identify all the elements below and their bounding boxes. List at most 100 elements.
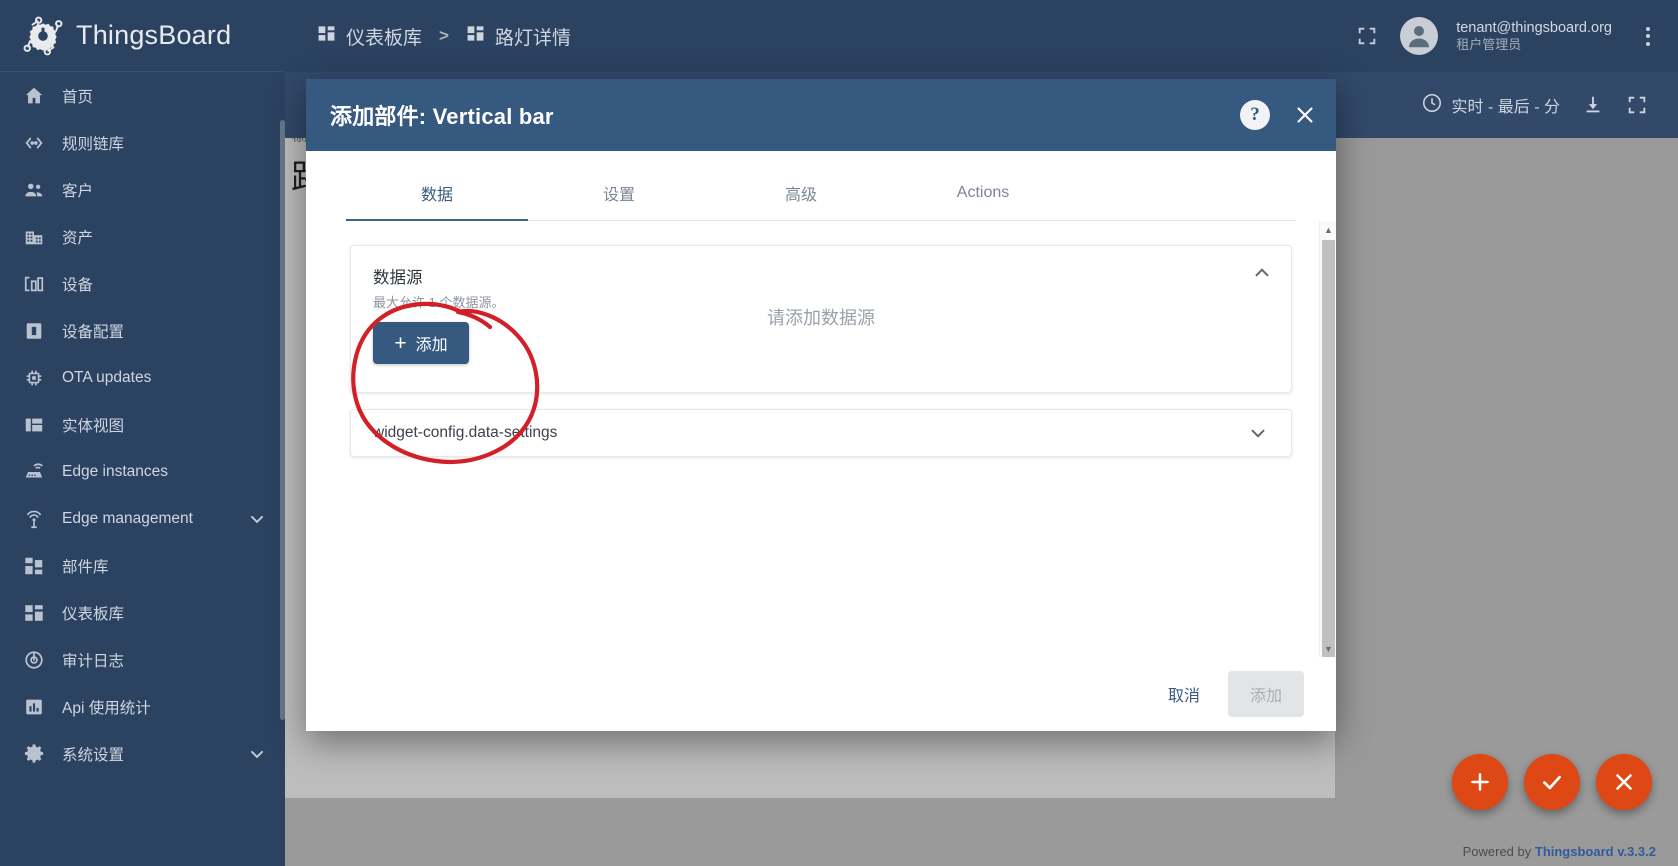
datasource-panel: 数据源 最大允许 1 个数据源。 请添加数据源 + 添加 bbox=[350, 245, 1292, 393]
data-settings-panel[interactable]: widget-config.data-settings bbox=[350, 409, 1292, 457]
sidebar-item-devices[interactable]: 设备 bbox=[0, 260, 285, 307]
sidebar-item-assets[interactable]: 资产 bbox=[0, 213, 285, 260]
sidebar-label-edge-management: Edge management bbox=[62, 509, 193, 527]
dialog-tabs: 数据 设置 高级 Actions bbox=[346, 165, 1296, 221]
add-datasource-button[interactable]: + 添加 bbox=[373, 322, 469, 364]
sidebar-label-rule-chains: 规则链库 bbox=[62, 135, 125, 153]
time-window-label: 实时 - 最后 - 分 bbox=[1451, 99, 1560, 116]
sidebar-item-rule-chains[interactable]: 规则链库 bbox=[0, 119, 285, 166]
add-widget-fab[interactable] bbox=[1452, 754, 1508, 810]
cancel-button[interactable]: 取消 bbox=[1150, 672, 1218, 716]
add-widget-dialog: 添加部件: Vertical bar ? 数据 设置 高级 Actions 数据… bbox=[306, 79, 1336, 731]
sidebar-item-device-profiles[interactable]: 设备配置 bbox=[0, 307, 285, 354]
tab-advanced[interactable]: 高级 bbox=[710, 165, 892, 220]
sidebar-item-edge-management[interactable]: Edge management bbox=[0, 495, 285, 542]
add-datasource-label: 添加 bbox=[415, 337, 448, 354]
top-header-bar: 仪表板库 > 路灯详情 tenant@thingsboard.org 租户管理员 bbox=[285, 0, 1678, 72]
settings-gear-icon bbox=[22, 742, 46, 766]
breadcrumb: 仪表板库 > 路灯详情 bbox=[317, 23, 571, 50]
chevron-up-icon[interactable] bbox=[1251, 262, 1273, 284]
customers-icon bbox=[22, 178, 46, 202]
sidebar-item-home[interactable]: 首页 bbox=[0, 72, 285, 119]
sidebar-item-api-usage[interactable]: Api 使用统计 bbox=[0, 683, 285, 730]
breadcrumb-item-dashboard-library[interactable]: 仪表板库 bbox=[317, 23, 422, 50]
sidebar-label-home: 首页 bbox=[62, 88, 94, 106]
sidebar-logo[interactable]: ThingsBoard bbox=[0, 0, 285, 72]
scroll-up-arrow-icon[interactable]: ▲ bbox=[1320, 221, 1336, 238]
chevron-down-icon[interactable] bbox=[247, 744, 267, 764]
sidebar-label-audit-logs: 审计日志 bbox=[62, 652, 125, 670]
chevron-down-icon[interactable] bbox=[247, 509, 267, 529]
user-info[interactable]: tenant@thingsboard.org 租户管理员 bbox=[1456, 19, 1612, 53]
sidebar-label-edge-instances: Edge instances bbox=[62, 462, 168, 480]
dashboard-library-icon bbox=[22, 601, 46, 625]
discard-changes-fab[interactable] bbox=[1596, 754, 1652, 810]
dialog-title: 添加部件: Vertical bar bbox=[330, 104, 554, 129]
plus-icon: + bbox=[394, 331, 407, 355]
edge-instance-icon bbox=[22, 460, 46, 484]
datasource-title: 数据源 bbox=[373, 269, 423, 287]
dashboard-icon bbox=[466, 24, 485, 49]
home-icon bbox=[22, 84, 46, 108]
close-x-icon[interactable] bbox=[1292, 102, 1318, 128]
sidebar-item-widget-library[interactable]: 部件库 bbox=[0, 542, 285, 589]
widget-library-icon bbox=[22, 554, 46, 578]
chevron-down-icon[interactable] bbox=[1247, 422, 1269, 444]
entity-view-icon bbox=[22, 413, 46, 437]
confirm-add-button: 添加 bbox=[1227, 671, 1304, 717]
sidebar-item-ota-updates[interactable]: OTA updates bbox=[0, 354, 285, 401]
sidebar-label-customers: 客户 bbox=[62, 182, 94, 200]
scroll-down-arrow-icon[interactable]: ▼ bbox=[1320, 640, 1336, 657]
dashboard-fullscreen-icon[interactable] bbox=[1626, 94, 1648, 116]
apply-changes-fab[interactable] bbox=[1524, 754, 1580, 810]
devices-icon bbox=[22, 272, 46, 296]
app-root: 标题 路灯详情 实时 - 最后 - 分 bbox=[0, 0, 1678, 866]
time-window-selector[interactable]: 实时 - 最后 - 分 bbox=[1421, 92, 1560, 119]
help-question-icon[interactable]: ? bbox=[1240, 100, 1270, 130]
dialog-scroll-area: 数据源 最大允许 1 个数据源。 请添加数据源 + 添加 widget-conf… bbox=[306, 221, 1336, 657]
datasource-subtitle: 最大允许 1 个数据源。 bbox=[373, 295, 505, 310]
sidebar: ThingsBoard 首页 规则链库 客户 资产 设备 设备配置 OTA up… bbox=[0, 0, 285, 866]
dialog-scrollbar[interactable]: ▲ ▼ bbox=[1319, 221, 1336, 657]
footer-credit-prefix: Powered by bbox=[1462, 844, 1532, 859]
edge-management-icon bbox=[22, 507, 46, 531]
clock-icon bbox=[1421, 92, 1443, 119]
sidebar-item-audit-logs[interactable]: 审计日志 bbox=[0, 636, 285, 683]
sidebar-label-device-profiles: 设备配置 bbox=[62, 323, 125, 341]
footer-credit-brand[interactable]: Thingsboard v.3.3.2 bbox=[1535, 844, 1656, 859]
rule-chain-icon bbox=[22, 131, 46, 155]
ota-icon bbox=[22, 366, 46, 390]
tab-settings[interactable]: 设置 bbox=[528, 165, 710, 220]
sidebar-nav-list: 首页 规则链库 客户 资产 设备 设备配置 OTA updates 实体视图 E… bbox=[0, 72, 285, 777]
api-usage-icon bbox=[22, 695, 46, 719]
assets-icon bbox=[22, 225, 46, 249]
sidebar-item-customers[interactable]: 客户 bbox=[0, 166, 285, 213]
dialog-body: 数据 设置 高级 Actions 数据源 最大允许 1 个数据源。 请添加数据源… bbox=[306, 151, 1336, 731]
dashboard-library-icon bbox=[317, 24, 336, 49]
scrollbar-thumb[interactable] bbox=[1322, 240, 1335, 657]
export-download-icon[interactable] bbox=[1582, 94, 1604, 116]
sidebar-label-widget-library: 部件库 bbox=[62, 558, 109, 576]
breadcrumb-item-current-dashboard[interactable]: 路灯详情 bbox=[466, 23, 571, 50]
brand-name: ThingsBoard bbox=[76, 20, 232, 50]
tab-data[interactable]: 数据 bbox=[346, 165, 528, 220]
sidebar-scrollbar[interactable] bbox=[280, 120, 285, 720]
thingsboard-logo-icon bbox=[22, 15, 64, 57]
sidebar-item-dashboard-library[interactable]: 仪表板库 bbox=[0, 589, 285, 636]
floating-action-buttons bbox=[1452, 754, 1652, 810]
dialog-footer: 取消 添加 bbox=[306, 657, 1336, 731]
sidebar-item-edge-instances[interactable]: Edge instances bbox=[0, 448, 285, 495]
tab-actions[interactable]: Actions bbox=[892, 165, 1074, 220]
sidebar-label-devices: 设备 bbox=[62, 276, 94, 294]
fullscreen-icon[interactable] bbox=[1350, 19, 1384, 53]
footer-credit: Powered by Thingsboard v.3.3.2 bbox=[1463, 844, 1656, 859]
breadcrumb-label-dashboard-library: 仪表板库 bbox=[346, 27, 423, 49]
kebab-menu-icon[interactable] bbox=[1634, 19, 1662, 53]
sidebar-item-entity-views[interactable]: 实体视图 bbox=[0, 401, 285, 448]
sidebar-item-system-settings[interactable]: 系统设置 bbox=[0, 730, 285, 777]
avatar[interactable] bbox=[1400, 17, 1439, 55]
user-email: tenant@thingsboard.org bbox=[1456, 19, 1612, 36]
sidebar-label-entity-views: 实体视图 bbox=[62, 417, 125, 435]
data-settings-label: widget-config.data-settings bbox=[373, 424, 558, 441]
sidebar-label-system-settings: 系统设置 bbox=[62, 746, 125, 764]
